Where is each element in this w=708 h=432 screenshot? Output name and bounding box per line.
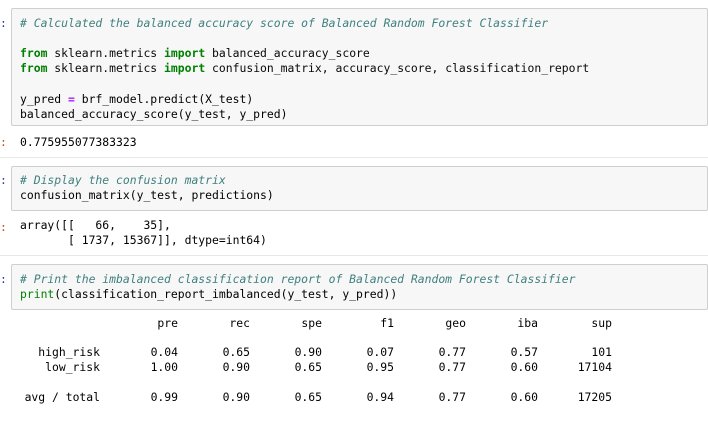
keyword-from: from <box>20 61 48 75</box>
report-cell: 0.65 <box>294 360 322 374</box>
code-line-import-1: from sklearn.metrics import balanced_acc… <box>20 46 370 61</box>
report-header-geo: geo <box>445 316 466 330</box>
code-line-score: balanced_accuracy_score(y_test, y_pred) <box>20 107 288 121</box>
input-prompt: : <box>0 272 7 286</box>
code-comment: # Calculated the balanced accuracy score… <box>20 16 549 30</box>
report-row-label: high_risk <box>38 345 100 359</box>
imported-names: balanced_accuracy_score <box>205 46 370 60</box>
assign-target: y_pred <box>20 92 69 106</box>
report-header-spe: spe <box>301 316 322 330</box>
code-input-area[interactable]: # Display the confusion matrix confusion… <box>11 166 708 211</box>
imported-names: confusion_matrix, accuracy_score, classi… <box>205 61 590 75</box>
report-cell: 0.57 <box>510 345 538 359</box>
code-input-area[interactable]: # Print the imbalanced classification re… <box>11 264 708 310</box>
cell-divider <box>0 255 708 256</box>
report-cell: 0.07 <box>366 345 394 359</box>
report-cell: 0.65 <box>294 390 322 404</box>
output-prompt: : <box>0 135 7 149</box>
report-header-sup: sup <box>591 316 612 330</box>
code-comment: # Print the imbalanced classification re… <box>20 272 576 286</box>
report-cell: 0.90 <box>294 345 322 359</box>
module-name: sklearn.metrics <box>47 61 165 75</box>
report-cell: 0.95 <box>366 360 394 374</box>
builtin-print: print <box>20 287 55 301</box>
report-cell: 0.90 <box>222 360 250 374</box>
report-header-f1: f1 <box>380 316 394 330</box>
report-cell: 0.77 <box>438 360 466 374</box>
report-cell: 0.60 <box>510 360 538 374</box>
report-cell: 17205 <box>577 390 612 404</box>
code-line-print: print(classification_report_imbalanced(y… <box>20 287 397 302</box>
code-line-predict: y_pred = brf_model.predict(X_test) <box>20 92 253 107</box>
report-cell: 0.65 <box>222 345 250 359</box>
cell-output-line-2: [ 1737, 15367]], dtype=int64) <box>20 233 267 247</box>
code-input-area[interactable]: # Calculated the balanced accuracy score… <box>11 8 708 126</box>
report-cell: 0.04 <box>150 345 178 359</box>
report-header-pre: pre <box>157 316 178 330</box>
report-header-rec: rec <box>229 316 250 330</box>
report-cell: 0.77 <box>438 345 466 359</box>
notebook-cell-1[interactable]: : # Calculated the balanced accuracy sco… <box>0 0 708 160</box>
assign-value: brf_model.predict(X_test) <box>74 92 254 106</box>
cell-output: 0.775955077383323 <box>20 135 137 149</box>
report-cell: 101 <box>591 345 612 359</box>
notebook-cell-3[interactable]: : # Print the imbalanced classification … <box>0 258 708 432</box>
module-name: sklearn.metrics <box>47 46 165 60</box>
code-comment: # Display the confusion matrix <box>20 173 226 187</box>
report-cell: 0.77 <box>438 390 466 404</box>
notebook-cell-2[interactable]: : # Display the confusion matrix confusi… <box>0 160 708 256</box>
report-cell: 1.00 <box>150 360 178 374</box>
output-prompt: : <box>0 220 7 234</box>
classification-report: pre rec spe f1 geo iba sup high_risk 0.0… <box>20 314 620 414</box>
input-prompt: : <box>0 16 7 30</box>
keyword-from: from <box>20 46 48 60</box>
report-cell: 0.94 <box>366 390 394 404</box>
report-cell: 0.99 <box>150 390 178 404</box>
cell-divider <box>0 157 708 158</box>
report-cell: 0.90 <box>222 390 250 404</box>
keyword-import: import <box>164 46 206 60</box>
report-total-label: avg / total <box>24 390 100 404</box>
report-cell: 0.60 <box>510 390 538 404</box>
print-args: (classification_report_imbalanced(y_test… <box>54 287 398 301</box>
cell-output-line-1: array([[ 66, 35], <box>20 218 171 232</box>
keyword-import: import <box>164 61 206 75</box>
input-prompt: : <box>0 173 7 187</box>
assign-operator: = <box>68 92 75 106</box>
code-line-import-2: from sklearn.metrics import confusion_ma… <box>20 61 589 76</box>
code-line-confusion: confusion_matrix(y_test, predictions) <box>20 188 274 202</box>
report-row-label: low_risk <box>45 360 100 374</box>
report-cell: 17104 <box>577 360 612 374</box>
report-header-iba: iba <box>517 316 538 330</box>
